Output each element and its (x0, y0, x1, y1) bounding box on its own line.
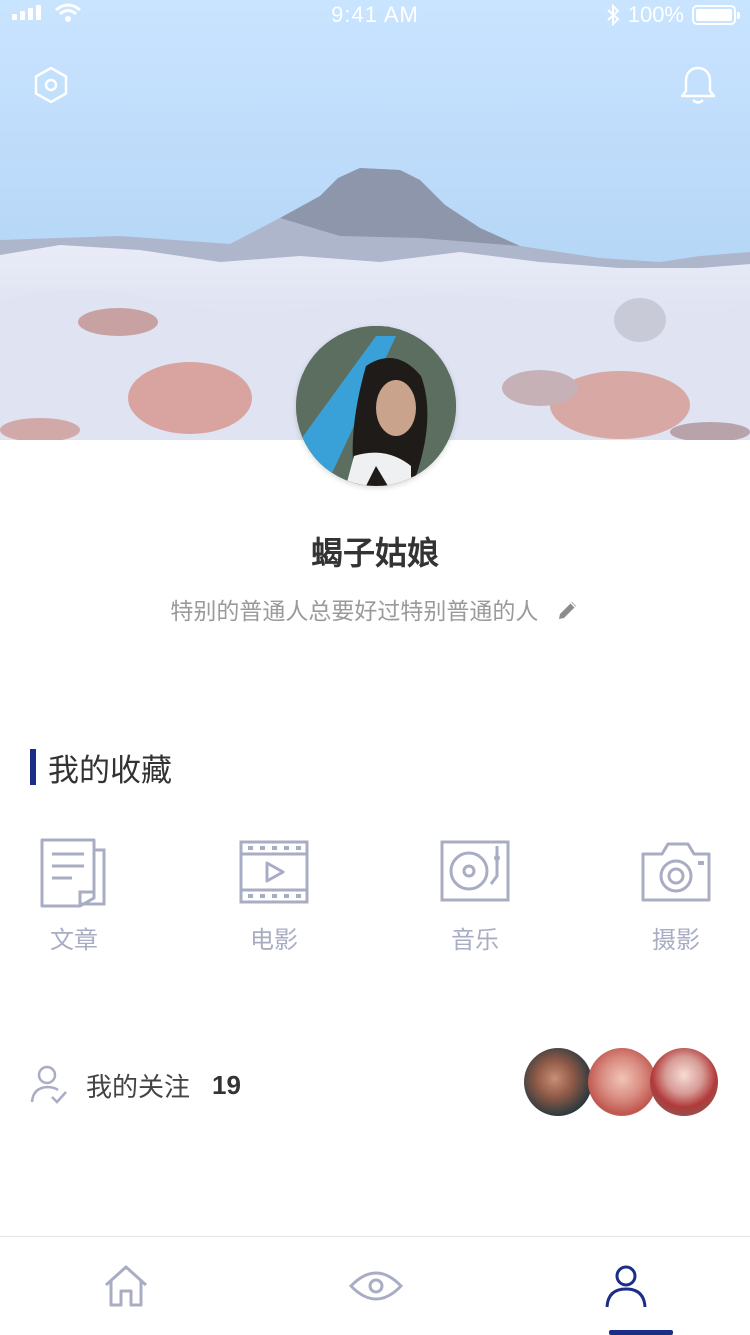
eye-icon (348, 1271, 404, 1301)
collections-header: 我的收藏 (30, 748, 172, 789)
film-icon (239, 840, 309, 904)
followed-avatar[interactable] (588, 1048, 656, 1116)
user-check-icon (30, 1065, 67, 1104)
tab-home[interactable] (71, 1237, 181, 1335)
camera-icon (641, 842, 711, 902)
article-icon (40, 838, 106, 908)
battery-percent: 100% (627, 2, 684, 27)
following-label: 我的关注 (86, 1072, 191, 1103)
active-tab-indicator (609, 1330, 673, 1335)
collection-label: 文章 (50, 926, 98, 954)
avatar[interactable] (296, 326, 456, 486)
collection-film[interactable]: 电影 (214, 836, 334, 955)
bluetooth-icon (607, 4, 620, 26)
collection-photo[interactable]: 摄影 (616, 836, 736, 955)
collection-label: 音乐 (451, 926, 499, 954)
tab-bar (0, 1236, 750, 1335)
profile-bio-row: 特别的普通人总要好过特别普通的人 (0, 592, 750, 628)
user-icon (605, 1265, 647, 1308)
collections-title: 我的收藏 (48, 752, 172, 789)
profile-name: 蝎子姑娘 (310, 534, 439, 572)
tab-discover[interactable] (321, 1237, 431, 1335)
followed-avatar[interactable] (524, 1048, 592, 1116)
home-icon (104, 1265, 148, 1307)
pencil-icon[interactable] (556, 598, 580, 628)
collection-label: 电影 (250, 926, 298, 954)
following-count: 19 (212, 1069, 241, 1100)
bell-icon[interactable] (675, 62, 721, 108)
collection-label: 摄影 (652, 926, 700, 954)
section-accent-bar (30, 749, 36, 785)
turntable-icon (440, 840, 510, 902)
collection-music[interactable]: 音乐 (415, 836, 535, 955)
followed-avatar[interactable] (650, 1048, 718, 1116)
status-bar: 9:41 AM 100% (0, 0, 750, 30)
collection-article[interactable]: 文章 (14, 836, 134, 955)
settings-hex-icon[interactable] (28, 62, 74, 108)
following-row[interactable]: 我的关注 19 (30, 1062, 241, 1108)
tab-profile[interactable] (571, 1237, 681, 1335)
profile-bio: 特别的普通人总要好过特别普通的人 (170, 599, 539, 625)
battery-icon (692, 5, 740, 25)
